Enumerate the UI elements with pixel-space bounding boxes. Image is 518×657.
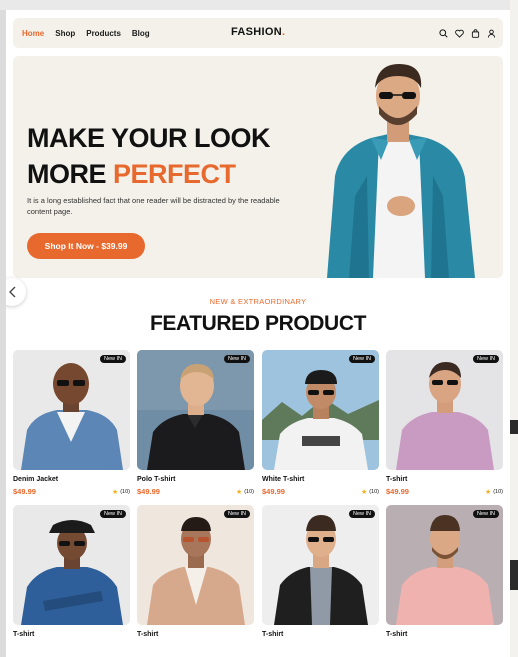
product-rating: ★ (10) — [361, 488, 379, 496]
product-name[interactable]: T-shirt — [262, 631, 283, 638]
rating-count: (10) — [493, 489, 503, 495]
section-title: FEATURED PRODUCT — [149, 312, 367, 335]
product-photo-polo-tshirt — [137, 350, 254, 470]
heart-icon[interactable] — [455, 29, 464, 38]
shop-now-button[interactable]: Shop It Now - $39.99 — [27, 233, 145, 259]
product-rating: ★ (10) — [236, 488, 254, 496]
product-card[interactable]: New IN T-shirt $49.99 ★ (10) — [386, 350, 503, 496]
product-card[interactable]: New IN T-shirt — [386, 505, 503, 638]
product-image[interactable]: New IN — [13, 505, 130, 625]
product-image[interactable]: New IN — [262, 350, 379, 470]
new-in-badge: New IN — [99, 510, 126, 518]
new-in-badge: New IN — [223, 510, 250, 518]
product-price: $49.99 — [13, 487, 36, 496]
product-photo-tshirt — [396, 362, 494, 470]
product-name[interactable]: T-shirt — [137, 631, 158, 638]
product-photo-tshirt — [396, 515, 494, 625]
nav-links: Home Shop Products Blog — [22, 18, 150, 48]
star-icon: ★ — [484, 489, 492, 496]
product-photo-tshirt — [147, 517, 245, 625]
nav-link-products[interactable]: Products — [86, 29, 121, 38]
product-card[interactable]: New IN White T-shirt $49.99 ★ (10) — [262, 350, 379, 496]
hero-title-accent: PERFECT — [113, 159, 236, 189]
nav-link-blog[interactable]: Blog — [132, 29, 150, 38]
browser-backdrop — [0, 0, 518, 10]
product-image[interactable]: New IN — [137, 350, 254, 470]
section-eyebrow: NEW & EXTRAORDINARY — [209, 297, 307, 306]
product-rating: ★ (10) — [112, 488, 130, 496]
rating-count: (10) — [120, 489, 130, 495]
nav-link-shop[interactable]: Shop — [55, 29, 75, 38]
star-icon: ★ — [360, 489, 368, 496]
hero-title-line2: MORE PERFECT — [27, 156, 270, 192]
product-name[interactable]: T-shirt — [13, 631, 34, 638]
nav-icons — [439, 18, 496, 48]
bag-icon[interactable] — [471, 28, 480, 38]
product-card[interactable]: New IN T-shirt — [13, 505, 130, 638]
product-photo-denim-jacket — [21, 363, 123, 470]
star-icon: ★ — [111, 489, 119, 496]
product-name[interactable]: White T-shirt — [262, 476, 304, 483]
product-price: $49.99 — [386, 487, 409, 496]
rating-count: (10) — [369, 489, 379, 495]
hero-model-image — [327, 64, 475, 278]
adjacent-page-strip — [510, 0, 518, 657]
product-image[interactable]: New IN — [13, 350, 130, 470]
new-in-badge: New IN — [348, 355, 375, 363]
product-rating: ★ (10) — [485, 488, 503, 496]
hero-banner: MAKE YOUR LOOK MORE PERFECT It is a long… — [13, 56, 503, 278]
hero-title-plain: MORE — [27, 159, 114, 189]
fashion-page: Home Shop Products Blog FASHION. MAKE YO… — [6, 10, 510, 657]
user-icon[interactable] — [487, 29, 496, 38]
rating-count: (10) — [244, 489, 254, 495]
nav-link-home[interactable]: Home — [22, 29, 44, 38]
new-in-badge: New IN — [472, 510, 499, 518]
hero-title-line1: MAKE YOUR LOOK — [27, 123, 271, 153]
product-name[interactable]: Denim Jacket — [13, 476, 58, 483]
new-in-badge: New IN — [348, 510, 375, 518]
product-photo-tshirt — [274, 515, 368, 625]
product-price: $49.99 — [262, 487, 285, 496]
hero-title: MAKE YOUR LOOK MORE PERFECT — [27, 120, 271, 192]
logo-dot: . — [282, 26, 286, 38]
new-in-badge: New IN — [223, 355, 250, 363]
new-in-badge: New IN — [472, 355, 499, 363]
product-card[interactable]: New IN T-shirt — [137, 505, 254, 638]
new-in-badge: New IN — [99, 355, 126, 363]
product-photo-white-tshirt — [262, 370, 379, 470]
product-photo-tshirt — [21, 520, 123, 625]
product-card[interactable]: New IN T-shirt — [262, 505, 379, 638]
logo-text: FASHION — [231, 26, 282, 38]
product-name[interactable]: Polo T-shirt — [137, 476, 176, 483]
brand-logo[interactable]: FASHION. — [231, 26, 285, 38]
search-icon[interactable] — [439, 28, 448, 38]
hero-description: It is a long established fact that one r… — [27, 196, 280, 216]
product-price: $49.99 — [137, 487, 160, 496]
star-icon: ★ — [235, 489, 243, 496]
product-image[interactable]: New IN — [262, 505, 379, 625]
product-image[interactable]: New IN — [386, 350, 503, 470]
product-image[interactable]: New IN — [137, 505, 254, 625]
product-name[interactable]: T-shirt — [386, 476, 407, 483]
product-card[interactable]: New IN Polo T-shirt $49.99 ★ (10) — [137, 350, 254, 496]
product-image[interactable]: New IN — [386, 505, 503, 625]
product-card[interactable]: New IN Denim Jacket $49.99 ★ (10) — [13, 350, 130, 496]
product-name[interactable]: T-shirt — [386, 631, 407, 638]
top-navigation: Home Shop Products Blog FASHION. — [13, 18, 503, 48]
